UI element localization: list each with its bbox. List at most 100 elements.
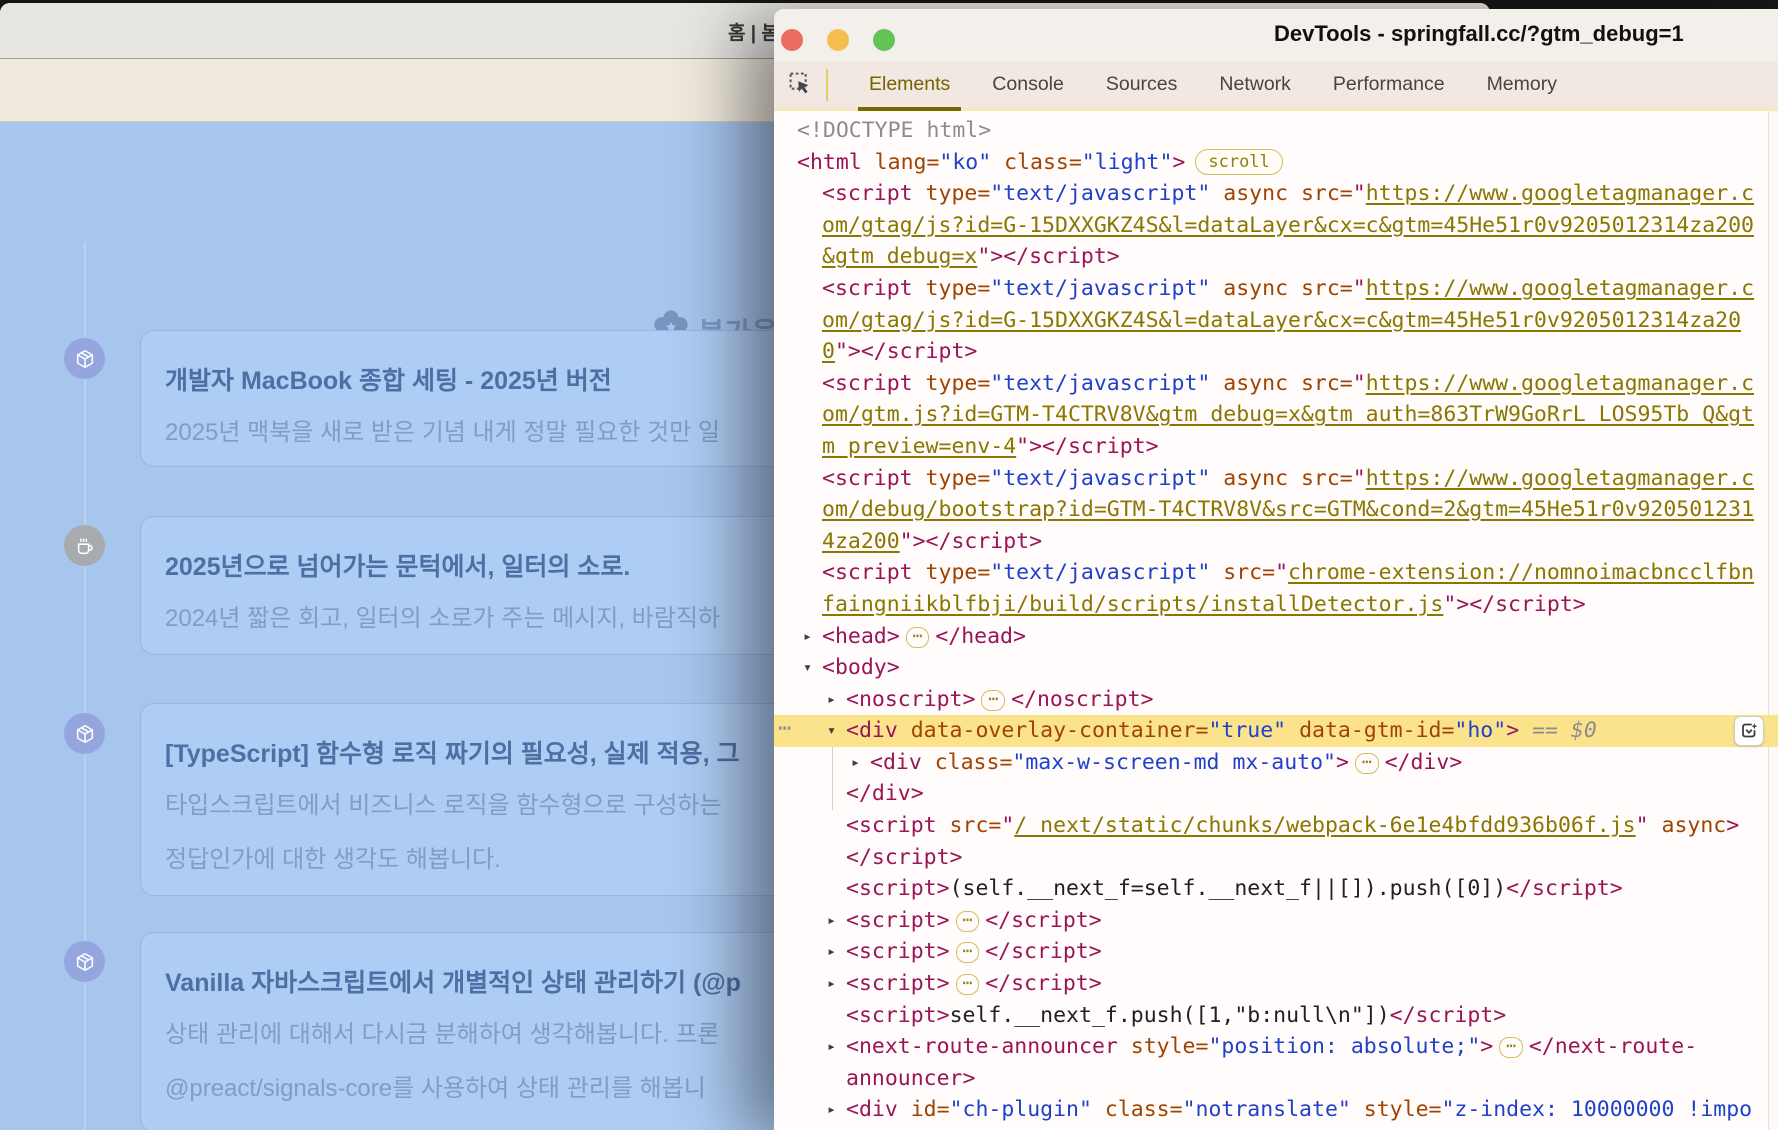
dom-tree-row[interactable]: om/gtm.js?id=GTM-T4CTRV8V&gtm_debug=x&gt… <box>774 399 1778 431</box>
code-token: data-overlay-container= <box>898 718 1209 743</box>
code-token: </noscript> <box>1011 687 1153 712</box>
dom-tree-row[interactable]: <script>(self.__next_f=self.__next_f||[]… <box>774 873 1778 905</box>
dom-tree-row[interactable]: ▸<div class="max-w-screen-md mx-auto">⋯<… <box>774 747 1778 779</box>
code-token: "text/javascript" <box>990 181 1210 206</box>
code-token: chrome-extension://nomnoimacbncclfbn <box>1288 560 1754 585</box>
code-token: <body> <box>822 655 900 680</box>
expand-arrow-icon[interactable]: ▸ <box>803 621 812 653</box>
dom-tree-row[interactable]: 4za200"></script> <box>774 526 1778 558</box>
expand-arrow-icon[interactable]: ▸ <box>827 1094 836 1126</box>
code-token: "text/javascript" <box>990 466 1210 491</box>
ellipsis-expand-icon[interactable]: ⋯ <box>956 974 980 995</box>
inspect-element-button[interactable] <box>782 68 818 102</box>
dom-tree-row[interactable]: m_preview=env-4"></script> <box>774 431 1778 463</box>
expand-arrow-icon[interactable]: ▸ <box>827 1031 836 1063</box>
ellipsis-expand-icon[interactable]: ⋯ <box>1355 753 1379 774</box>
code-token: self.__next_f.push([1,"b:null\n"]) <box>950 1003 1390 1028</box>
dom-tree-row[interactable]: 0"></script> <box>774 336 1778 368</box>
ellipsis-expand-icon[interactable]: ⋯ <box>906 627 930 648</box>
tab-network[interactable]: Network <box>1198 61 1312 108</box>
scroll-badge[interactable]: scroll <box>1195 149 1282 175</box>
tab-console[interactable]: Console <box>971 61 1085 108</box>
dom-tree-row[interactable]: ▸ <noscript> ⋯ </noscript> <box>774 684 1778 716</box>
dom-tree-row[interactable]: <script src="/_next/static/chunks/webpac… <box>774 810 1778 842</box>
dom-tree-row[interactable]: om/gtag/js?id=G-15DXXGKZ4S&l=dataLayer&c… <box>774 305 1778 337</box>
dom-tree-row[interactable]: ▸<script>⋯</script> <box>774 936 1778 968</box>
dom-tree-row[interactable]: rtant;">⋯</div> <box>774 1126 1778 1130</box>
dom-tree-row[interactable]: <script type="text/javascript" async src… <box>774 463 1778 495</box>
tab-memory[interactable]: Memory <box>1466 61 1578 108</box>
code-token: " <box>1353 276 1366 301</box>
traffic-light-zoom-icon[interactable] <box>873 29 895 51</box>
tab-performance[interactable]: Performance <box>1312 61 1466 108</box>
collapse-arrow-icon[interactable]: ▾ <box>827 715 836 747</box>
dom-tree-row[interactable]: <script type="text/javascript" async src… <box>774 178 1778 210</box>
code-token: async <box>1210 181 1288 206</box>
inspect-icon <box>787 70 814 100</box>
code-token: <script> <box>846 971 950 996</box>
browser-window-title: 홈 | 봄 <box>728 18 779 45</box>
code-token: class= <box>1092 1097 1183 1122</box>
code-token: async <box>1210 466 1288 491</box>
ellipsis-expand-icon[interactable]: ⋯ <box>981 690 1005 711</box>
dom-tree-row[interactable]: ▸<head>⋯</head> <box>774 621 1778 653</box>
code-token: /_next/static/chunks/webpack-6e1e4bfdd93… <box>1014 813 1635 838</box>
expand-arrow-icon[interactable]: ▸ <box>851 747 860 779</box>
code-token: <!DOCTYPE html> <box>797 118 991 143</box>
code-token: </script> <box>985 908 1102 933</box>
dom-tree-row[interactable]: </div> <box>774 778 1778 810</box>
dom-tree-row[interactable]: announcer> <box>774 1063 1778 1095</box>
elements-tree: <!DOCTYPE html> <html lang="ko" class="li… <box>774 111 1778 1130</box>
dom-tree-row[interactable]: ▾⋯<div data-overlay-container="true" dat… <box>774 715 1778 747</box>
traffic-light-close-icon[interactable] <box>781 29 803 51</box>
traffic-light-minimize-icon[interactable] <box>827 29 849 51</box>
dom-tree-row[interactable]: </script> <box>774 842 1778 874</box>
dom-tree-row[interactable]: <script type="text/javascript" async src… <box>774 273 1778 305</box>
dom-tree-row[interactable]: <script type="text/javascript" src="chro… <box>774 557 1778 589</box>
code-token: type= <box>913 276 991 301</box>
expand-arrow-icon[interactable]: ▸ <box>827 936 836 968</box>
code-token: <noscript> <box>846 687 975 712</box>
ellipsis-expand-icon[interactable]: ⋯ <box>956 911 980 932</box>
dom-tree-row[interactable]: &gtm_debug=x"></script> <box>774 241 1778 273</box>
tab-sources[interactable]: Sources <box>1085 61 1199 108</box>
tab-elements[interactable]: Elements <box>848 61 971 108</box>
code-token: om/gtag/js?id=G-15DXXGKZ4S&l=dataLayer&c… <box>822 308 1741 333</box>
expand-arrow-icon[interactable]: ▸ <box>827 684 836 716</box>
dom-tree-row[interactable]: om/gtag/js?id=G-15DXXGKZ4S&l=dataLayer&c… <box>774 210 1778 242</box>
devtools-titlebar: DevTools - springfall.cc/?gtm_debug=1 <box>774 9 1778 61</box>
code-token: class= <box>922 750 1013 775</box>
dom-tree-row[interactable]: <html lang="ko" class="light">scroll <box>774 147 1778 179</box>
code-token: </script> <box>985 971 1102 996</box>
code-token: " <box>1275 560 1288 585</box>
dom-tree-row[interactable]: <script type="text/javascript" async src… <box>774 368 1778 400</box>
dom-tree-row[interactable]: <!DOCTYPE html> <box>774 115 1778 147</box>
code-token: https://www.googletagmanager.c <box>1366 371 1754 396</box>
expand-arrow-icon[interactable]: ▸ <box>827 968 836 1000</box>
code-token: <html <box>797 150 862 175</box>
dom-tree-row[interactable]: ▾ <body> <box>774 652 1778 684</box>
code-token: faingniikblfbji/build/scripts/installDet… <box>822 592 1443 617</box>
code-token: id= <box>898 1097 950 1122</box>
code-token: <script> <box>846 1003 950 1028</box>
dom-tree-row[interactable]: ▸<script>⋯</script> <box>774 905 1778 937</box>
dom-tree-row[interactable]: faingniikblfbji/build/scripts/installDet… <box>774 589 1778 621</box>
dom-tree-row[interactable]: ▸<div id="ch-plugin" class="notranslate"… <box>774 1094 1778 1126</box>
code-token: https://www.googletagmanager.c <box>1366 276 1754 301</box>
code-token: <div <box>846 718 898 743</box>
expand-arrow-icon[interactable]: ▸ <box>827 905 836 937</box>
collapse-arrow-icon[interactable]: ▾ <box>803 652 812 684</box>
code-token: <script <box>822 560 913 585</box>
dom-tree-row[interactable]: ▸ <script> ⋯</script> <box>774 968 1778 1000</box>
ai-assistance-button[interactable] <box>1734 716 1764 746</box>
ellipsis-expand-icon[interactable]: ⋯ <box>1499 1037 1523 1058</box>
dom-tree-row[interactable]: om/debug/bootstrap?id=GTM-T4CTRV8V&src=G… <box>774 494 1778 526</box>
dom-tree-row[interactable]: <script>self.__next_f.push([1,"b:null\n"… <box>774 1000 1778 1032</box>
code-token: > <box>1726 813 1739 838</box>
node-menu-icon[interactable]: ⋯ <box>778 713 790 745</box>
ellipsis-expand-icon[interactable]: ⋯ <box>956 942 980 963</box>
code-token: <script <box>846 813 937 838</box>
code-token: async <box>1210 276 1288 301</box>
dom-tree-row[interactable]: ▸<next-route-announcer style="position: … <box>774 1031 1778 1063</box>
code-token: <script> <box>846 876 950 901</box>
